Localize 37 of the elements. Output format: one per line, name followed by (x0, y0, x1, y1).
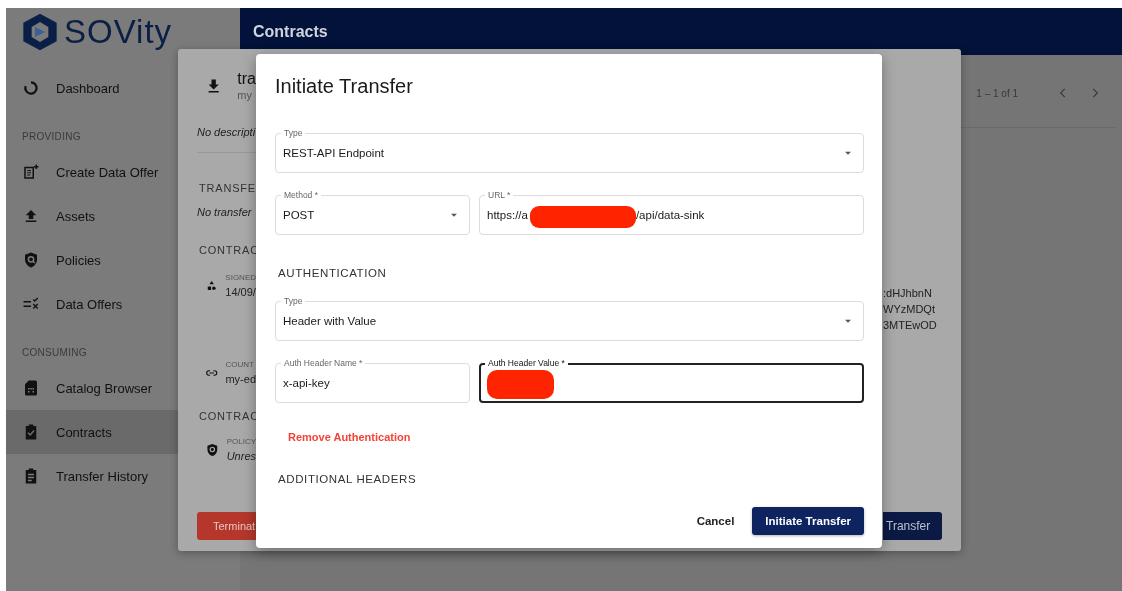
property-value: my-ed (225, 372, 256, 387)
ring-icon (22, 79, 40, 97)
property-label: SIGNED (225, 272, 256, 284)
sim-card-icon (22, 379, 40, 397)
description-text: No descripti (197, 125, 256, 140)
section-heading: CONTRAC (198, 243, 256, 258)
property-value: 14/09/ (225, 285, 256, 300)
select-field[interactable]: Type REST-API Endpoint (275, 127, 864, 173)
input-field[interactable]: Auth Header Name * x-api-key (275, 357, 470, 403)
section-heading: AUTHENTICATION (278, 266, 388, 281)
shield-icon (22, 251, 40, 269)
hexagon-logo-icon (20, 11, 60, 52)
section-heading: ADDITIONAL HEADERS (278, 472, 418, 487)
section-heading: TRANSFE (198, 181, 256, 196)
contract-id-text: WYzMDQt (883, 302, 936, 317)
input-field[interactable]: Auth Header Value * (479, 357, 864, 403)
terminate-button[interactable]: Terminat (197, 512, 256, 540)
cancel-button[interactable]: Cancel (696, 507, 735, 535)
document-plus-icon (22, 163, 40, 181)
select-field[interactable]: Method * POST (275, 189, 470, 235)
shield-icon (205, 441, 220, 459)
asset-subtitle: my (237, 88, 253, 102)
asset-title: tra (237, 70, 256, 88)
contract-id-text: 3MTEwOD (883, 318, 938, 333)
contract-id-text: :dHJhbnN (883, 286, 933, 301)
property-label: COUNT (225, 359, 255, 371)
input-field[interactable]: URL * https://a /api/data-sink (479, 189, 864, 235)
empty-state-text: No transfer (197, 205, 253, 220)
remove-authentication-button[interactable]: Remove Authentication (288, 429, 411, 445)
section-heading: PROVIDING (22, 131, 81, 143)
transfer-button[interactable]: Transfer (883, 512, 942, 540)
page-title: Contracts (253, 22, 328, 41)
select-field[interactable]: Type Header with Value (275, 295, 864, 341)
logo-text: SOVity (64, 11, 173, 52)
dialog-title: Initiate Transfer (274, 74, 414, 98)
section-heading: CONSUMING (22, 347, 87, 359)
initiate-transfer-button[interactable]: Initiate Transfer (752, 507, 864, 535)
